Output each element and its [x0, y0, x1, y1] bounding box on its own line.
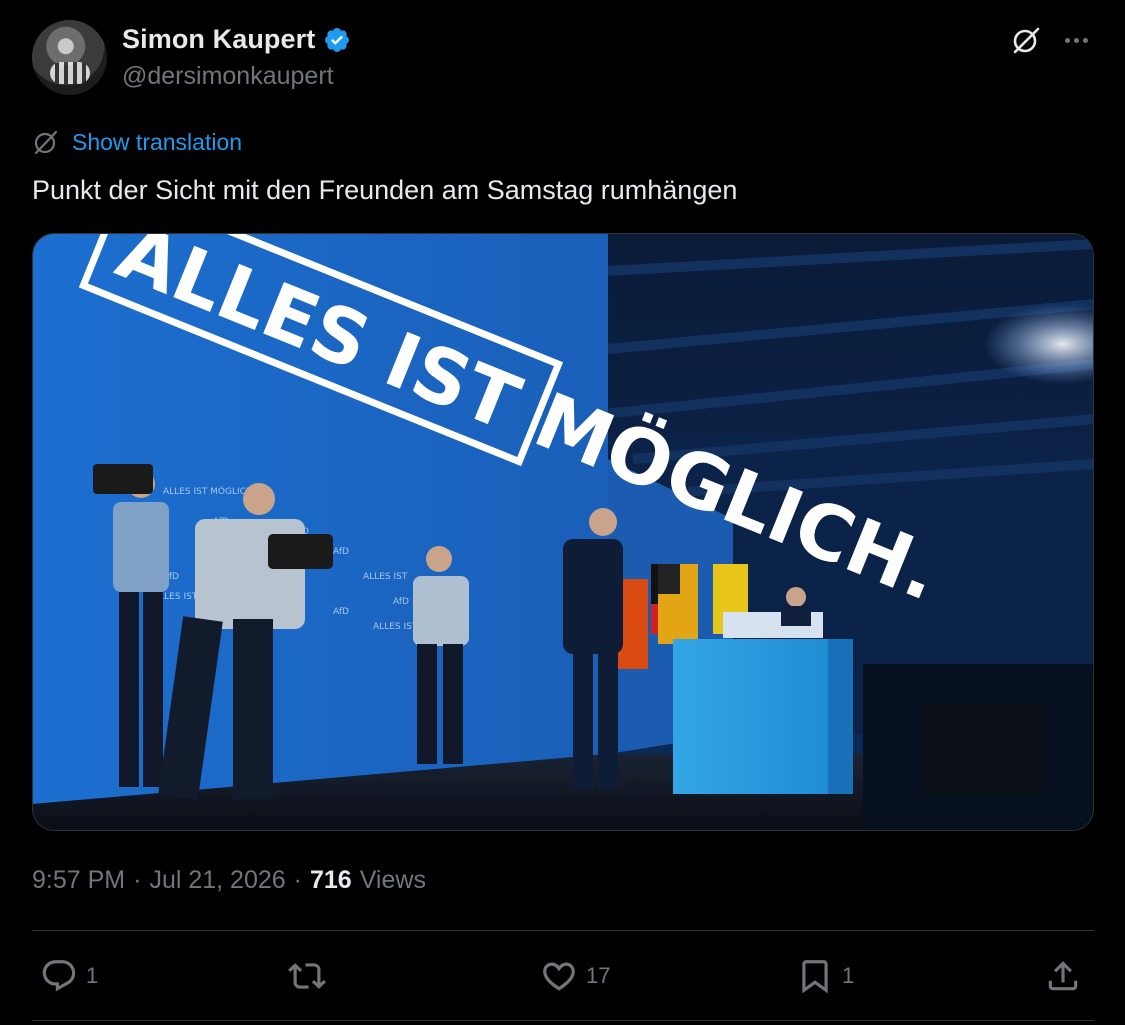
tweet-meta: 9:57 PM · Jul 21, 2026 · 716 Views [32, 866, 426, 895]
reply-button[interactable]: 1 [40, 950, 98, 1002]
svg-text:ALLES IST: ALLES IST [363, 572, 408, 582]
reply-count: 1 [86, 963, 99, 988]
retweet-icon [288, 963, 326, 989]
share-icon [1048, 961, 1078, 991]
views-label: Views [359, 866, 426, 894]
more-dot [1082, 37, 1088, 43]
avatar[interactable] [32, 20, 107, 95]
more-dot [1073, 37, 1079, 43]
author-handle[interactable]: @dersimonkaupert [122, 62, 334, 91]
avatar-photo-detail [50, 62, 90, 84]
bookmark-button[interactable]: 1 [796, 950, 854, 1002]
svg-text:AfD: AfD [393, 597, 409, 607]
divider [32, 1020, 1094, 1021]
tweet-time[interactable]: 9:57 PM [32, 866, 125, 895]
views-count: 716 [309, 866, 352, 894]
like-icon [543, 962, 575, 991]
svg-text:ALLES IST: ALLES IST [373, 622, 418, 632]
share-button[interactable] [1044, 950, 1082, 1002]
action-bar: 1 17 1 [32, 950, 1094, 1002]
meta-separator: · [293, 866, 302, 894]
svg-text:AfD: AfD [333, 547, 349, 557]
tweet-date[interactable]: Jul 21, 2026 [149, 866, 285, 895]
author-name-row[interactable]: Simon Kaupert [122, 24, 351, 55]
translate-icon [34, 130, 58, 155]
display-name[interactable]: Simon Kaupert [122, 24, 315, 55]
like-count: 17 [586, 963, 611, 988]
verified-badge-icon [325, 27, 350, 52]
more-dot [1064, 37, 1070, 43]
grok-icon[interactable] [1010, 24, 1042, 56]
tweet-text: Punkt der Sicht mit den Freunden am Sams… [32, 175, 738, 205]
stage-photo-illustration: ALLES IST MÖGLICH. ALLES IST MÖGLICH AfD… [33, 234, 1093, 830]
divider [32, 930, 1094, 931]
tweet-photo[interactable]: ALLES IST MÖGLICH. ALLES IST MÖGLICH AfD… [32, 233, 1094, 831]
bookmark-icon [802, 960, 828, 994]
more-icon[interactable] [1058, 24, 1094, 56]
show-translation-link[interactable]: Show translation [32, 128, 242, 156]
svg-text:AfD: AfD [333, 607, 349, 617]
like-button[interactable]: 17 [540, 950, 610, 1002]
retweet-button[interactable] [288, 950, 334, 1002]
reply-icon [42, 960, 76, 992]
meta-separator: · [133, 866, 142, 894]
svg-text:ALLES IST MÖGLICH: ALLES IST MÖGLICH [163, 486, 253, 497]
show-translation-label[interactable]: Show translation [72, 129, 242, 156]
bookmark-count: 1 [842, 963, 855, 988]
